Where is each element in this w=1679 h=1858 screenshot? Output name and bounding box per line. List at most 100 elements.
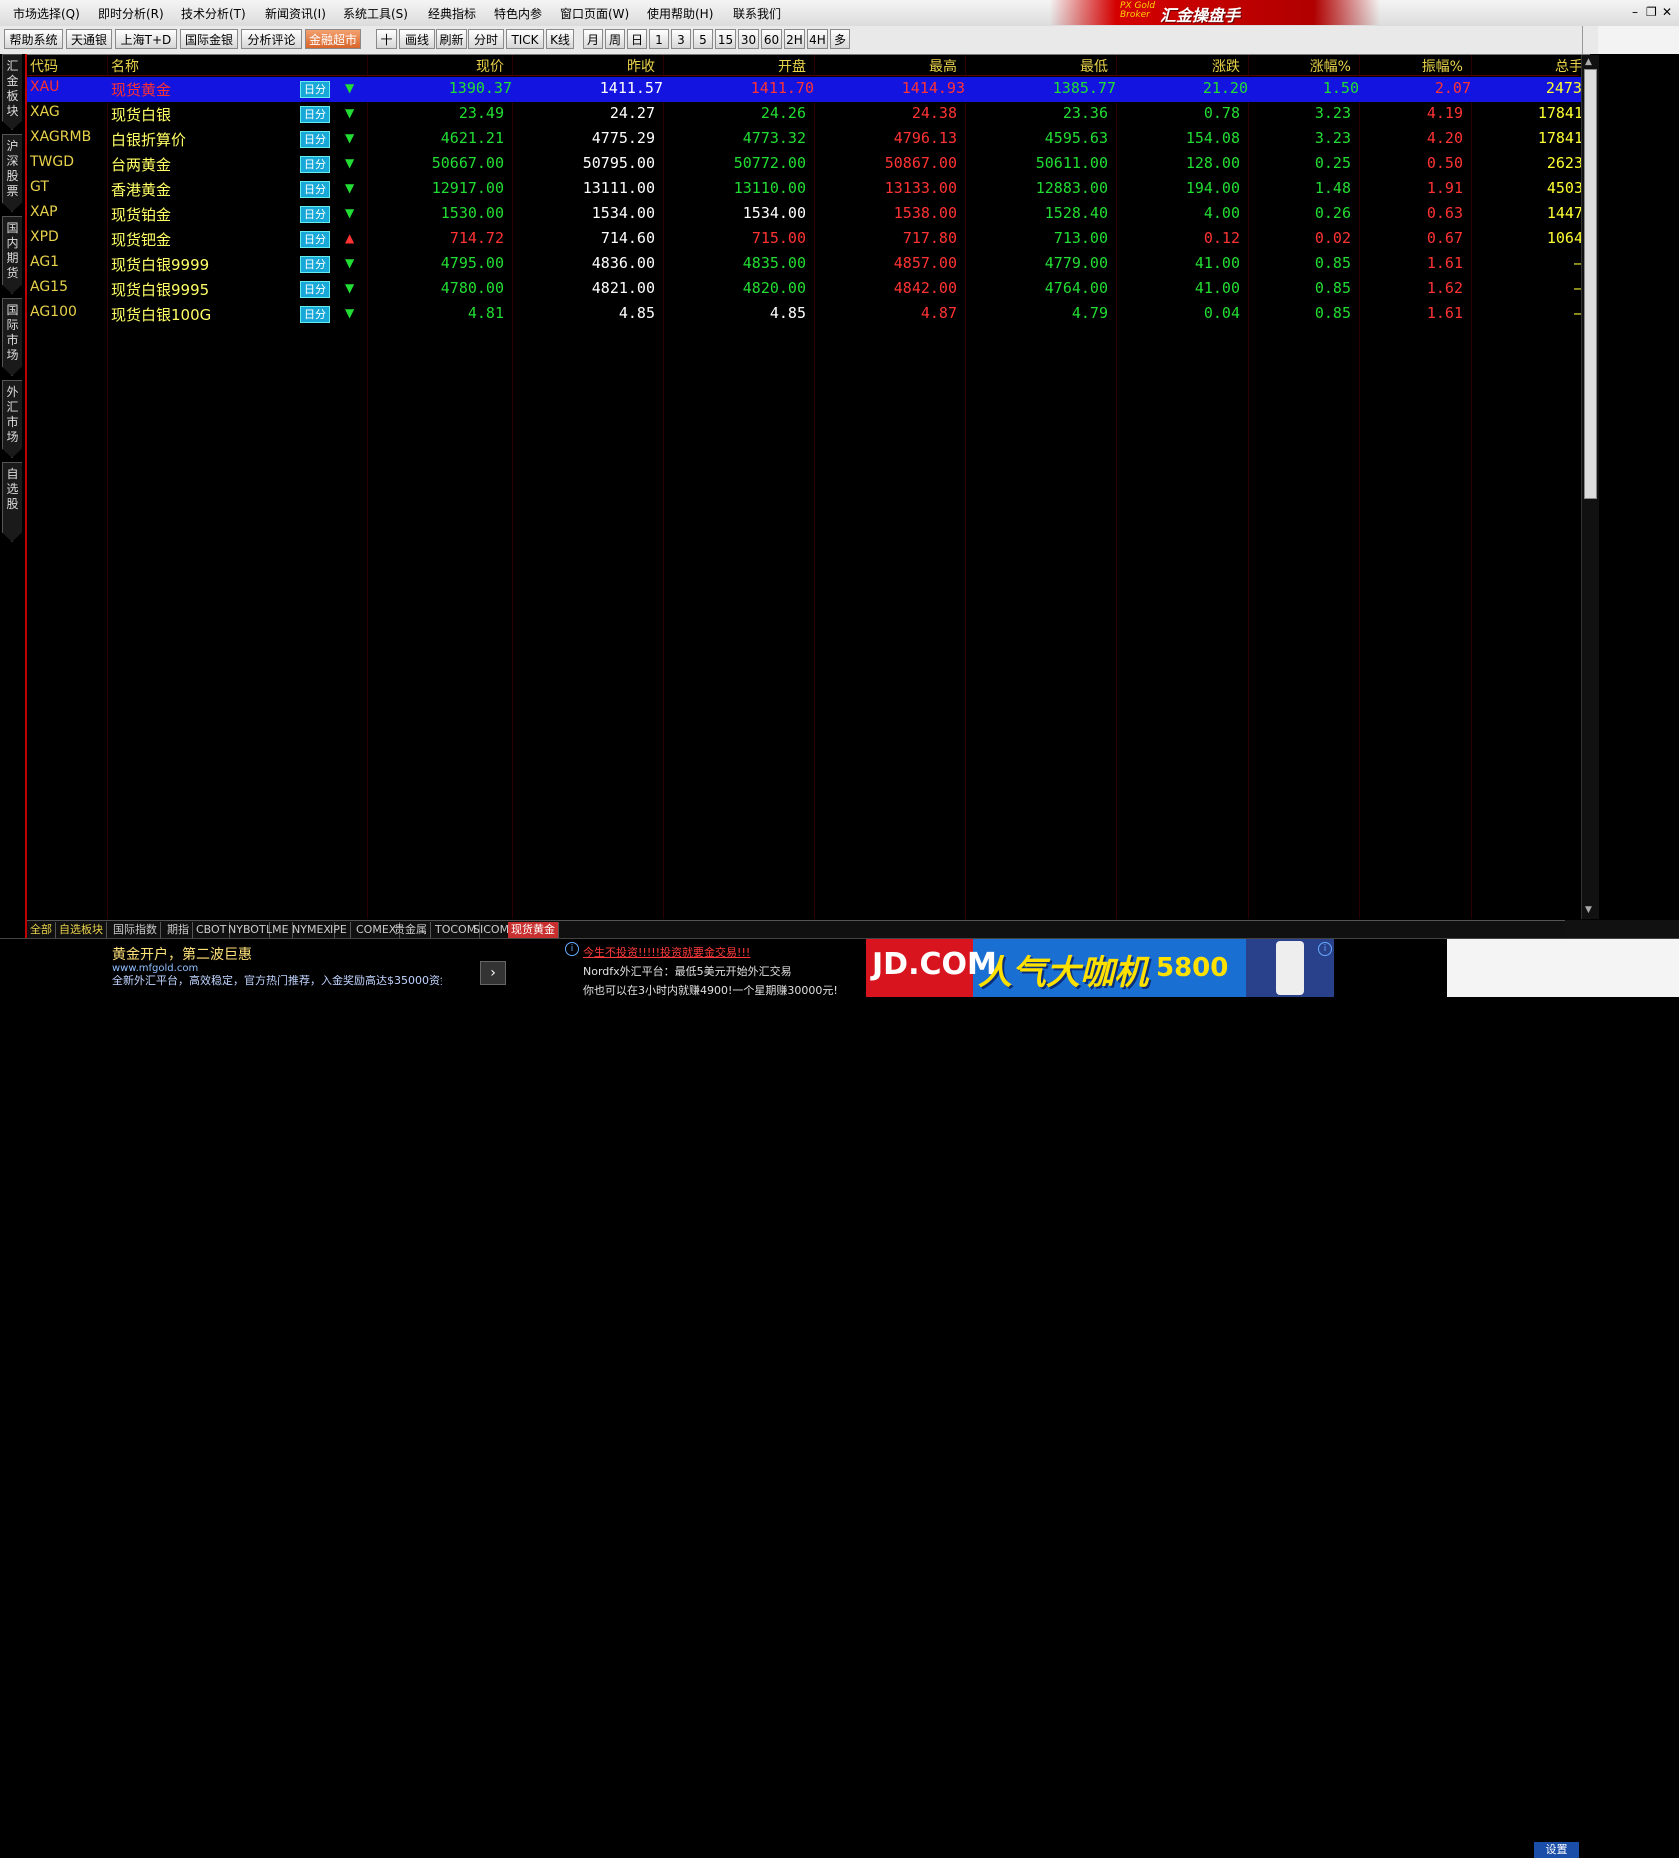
menu-item[interactable]: 联系我们 xyxy=(733,5,781,22)
market-tab[interactable]: 自选板块 xyxy=(56,922,107,938)
toolbar-button[interactable]: 天通银 xyxy=(66,29,112,49)
sidebar-tab[interactable]: 自选股 xyxy=(2,462,22,542)
intraday-chart-button[interactable]: 日分 xyxy=(300,106,330,123)
table-row[interactable]: XPD 现货钯金 日分 ▲ 714.72 714.60 715.00 717.80 713.00… xyxy=(27,227,1583,252)
period-button[interactable]: 3 xyxy=(671,29,691,49)
tool-button[interactable]: 刷新 xyxy=(436,29,467,49)
intraday-chart-button[interactable]: 日分 xyxy=(300,231,330,248)
toolbar-scroll[interactable] xyxy=(1582,26,1599,54)
column-header[interactable]: 最高 xyxy=(929,56,957,76)
period-button[interactable]: 30 xyxy=(738,29,759,49)
market-tab[interactable]: 现货黄金 xyxy=(508,922,559,938)
vertical-scrollbar[interactable]: ▲ ▼ xyxy=(1581,55,1599,919)
sidebar-tab[interactable]: 国际市场 xyxy=(2,298,22,376)
intraday-chart-button[interactable]: 日分 xyxy=(300,256,330,273)
menu-item[interactable]: 使用帮助(H) xyxy=(647,5,713,22)
column-header[interactable]: 现价 xyxy=(476,56,504,76)
toolbar-button[interactable]: 分析评论 xyxy=(241,29,302,49)
market-tab[interactable]: IPE xyxy=(327,922,351,938)
toolbar-button[interactable]: 上海T+D xyxy=(115,29,177,49)
period-button[interactable]: 5 xyxy=(693,29,713,49)
sidebar-tab[interactable]: 汇金板块 xyxy=(2,54,22,130)
menu-item[interactable]: 技术分析(T) xyxy=(181,5,246,22)
ad1-description[interactable]: 全新外汇平台，高效稳定，官方热门推荐，入金奖励高达$35000资金，推广奖励! xyxy=(112,975,442,997)
jd-banner-ad[interactable]: JD.COM 人气大咖机 5800 i xyxy=(866,939,1334,997)
minimize-icon[interactable]: – xyxy=(1632,5,1638,19)
scroll-thumb[interactable] xyxy=(1584,69,1597,499)
period-button[interactable]: 60 xyxy=(761,29,782,49)
column-header[interactable]: 涨幅% xyxy=(1310,56,1351,76)
tool-button[interactable]: 十 xyxy=(376,29,397,49)
close-icon[interactable]: ✕ xyxy=(1662,5,1672,19)
menu-item[interactable]: 系统工具(S) xyxy=(343,5,408,22)
menu-item[interactable]: 窗口页面(W) xyxy=(560,5,629,22)
tool-button[interactable]: 分时 xyxy=(468,29,504,49)
column-header[interactable]: 代码 xyxy=(30,56,58,76)
intraday-chart-button[interactable]: 日分 xyxy=(300,156,330,173)
period-button[interactable]: 周 xyxy=(605,29,625,49)
period-button[interactable]: 4H xyxy=(807,29,828,49)
intraday-chart-button[interactable]: 日分 xyxy=(300,206,330,223)
intraday-chart-button[interactable]: 日分 xyxy=(300,306,330,323)
table-row[interactable]: AG100 现货白银100G 日分 ▼ 4.81 4.85 4.85 4.87 4.79 0.04… xyxy=(27,302,1583,327)
table-row[interactable]: XAGRMB 白银折算价 日分 ▼ 4621.21 4775.29 4773.32 4796.… xyxy=(27,127,1583,152)
intraday-chart-button[interactable]: 日分 xyxy=(300,81,330,98)
period-button[interactable]: 2H xyxy=(784,29,805,49)
ad-info-icon[interactable]: i xyxy=(565,942,579,956)
menu-item[interactable]: 特色内参 xyxy=(494,5,542,22)
ad2-line1[interactable]: 今生不投资!!!!!投资就要金交易!!! xyxy=(583,944,750,960)
cell-low: 12883.00 xyxy=(1035,179,1108,197)
period-button[interactable]: 1 xyxy=(649,29,669,49)
intraday-chart-button[interactable]: 日分 xyxy=(300,181,330,198)
tool-button[interactable]: TICK xyxy=(506,29,544,49)
menu-item[interactable]: 市场选择(Q) xyxy=(13,5,80,22)
column-header[interactable]: 涨跌 xyxy=(1212,56,1240,76)
menu-item[interactable]: 新闻资讯(I) xyxy=(265,5,326,22)
table-row[interactable]: AG15 现货白银9995 日分 ▼ 4780.00 4821.00 4820.00 4842… xyxy=(27,277,1583,302)
market-tab[interactable]: SICOM xyxy=(470,922,514,938)
column-header[interactable]: 名称 xyxy=(111,56,139,76)
column-header[interactable]: 总手 xyxy=(1555,56,1583,76)
horizontal-scrollbar[interactable] xyxy=(1565,920,1679,938)
menu-item[interactable]: 即时分析(R) xyxy=(98,5,164,22)
market-tab[interactable]: 期指 xyxy=(164,922,193,938)
table-row[interactable]: AG1 现货白银9999 日分 ▼ 4795.00 4836.00 4835.00 4857.… xyxy=(27,252,1583,277)
intraday-chart-button[interactable]: 日分 xyxy=(300,131,330,148)
column-header[interactable]: 开盘 xyxy=(778,56,806,76)
ad-info-icon[interactable]: i xyxy=(1318,942,1332,956)
period-button[interactable]: 日 xyxy=(627,29,647,49)
toolbar-button[interactable]: 帮助系统 xyxy=(4,29,63,49)
market-tab[interactable]: 国际指数 xyxy=(110,922,161,938)
tool-button[interactable]: K线 xyxy=(546,29,574,49)
ad-next-icon[interactable]: › xyxy=(480,961,506,985)
toolbar-button[interactable]: 国际金银 xyxy=(180,29,238,49)
table-row[interactable]: TWGD 台两黄金 日分 ▼ 50667.00 50795.00 50772.00 50867… xyxy=(27,152,1583,177)
market-tab[interactable]: 贵金属 xyxy=(391,922,431,938)
toolbar-button[interactable]: 金融超市 xyxy=(305,29,361,49)
cell-code: XAGRMB xyxy=(30,129,92,145)
sidebar-tab[interactable]: 外汇市场 xyxy=(2,380,22,458)
column-header[interactable]: 昨收 xyxy=(627,56,655,76)
column-header[interactable]: 最低 xyxy=(1080,56,1108,76)
table-row[interactable]: GT 香港黄金 日分 ▼ 12917.00 13111.00 13110.00 13133.0… xyxy=(27,177,1583,202)
market-tab[interactable]: 全部 xyxy=(27,922,56,938)
period-button[interactable]: 多 xyxy=(830,29,850,49)
scroll-up-icon[interactable]: ▲ xyxy=(1585,57,1592,67)
period-button[interactable]: 15 xyxy=(715,29,736,49)
restore-icon[interactable]: ❐ xyxy=(1646,5,1657,19)
menu-item[interactable]: 经典指标 xyxy=(428,5,476,22)
settings-button[interactable]: 设置 xyxy=(1534,1842,1579,1858)
sidebar-tab[interactable]: 沪深股票 xyxy=(2,134,22,212)
ad1-title[interactable]: 黄金开户，第二波巨惠 xyxy=(112,944,252,964)
scroll-down-icon[interactable]: ▼ xyxy=(1585,905,1592,915)
table-row[interactable]: XAP 现货铂金 日分 ▼ 1530.00 1534.00 1534.00 1538.00 15… xyxy=(27,202,1583,227)
sidebar-tab[interactable]: 国内期货 xyxy=(2,216,22,294)
table-row[interactable]: XAU 现货黄金 日分 ▼ 1390.37 1411.57 1411.70 1414.93 13… xyxy=(27,77,1591,102)
ad1-url[interactable]: www.mfgold.com xyxy=(112,963,198,974)
column-header[interactable]: 振幅% xyxy=(1422,56,1463,76)
period-button[interactable]: 月 xyxy=(583,29,603,49)
intraday-chart-button[interactable]: 日分 xyxy=(300,281,330,298)
table-row[interactable]: XAG 现货白银 日分 ▼ 23.49 24.27 24.26 24.38 23.36 0.78 3… xyxy=(27,102,1583,127)
tool-button[interactable]: 画线 xyxy=(399,29,435,49)
ad2-line2[interactable]: Nordfx外汇平台：最低5美元开始外汇交易 xyxy=(583,963,792,979)
